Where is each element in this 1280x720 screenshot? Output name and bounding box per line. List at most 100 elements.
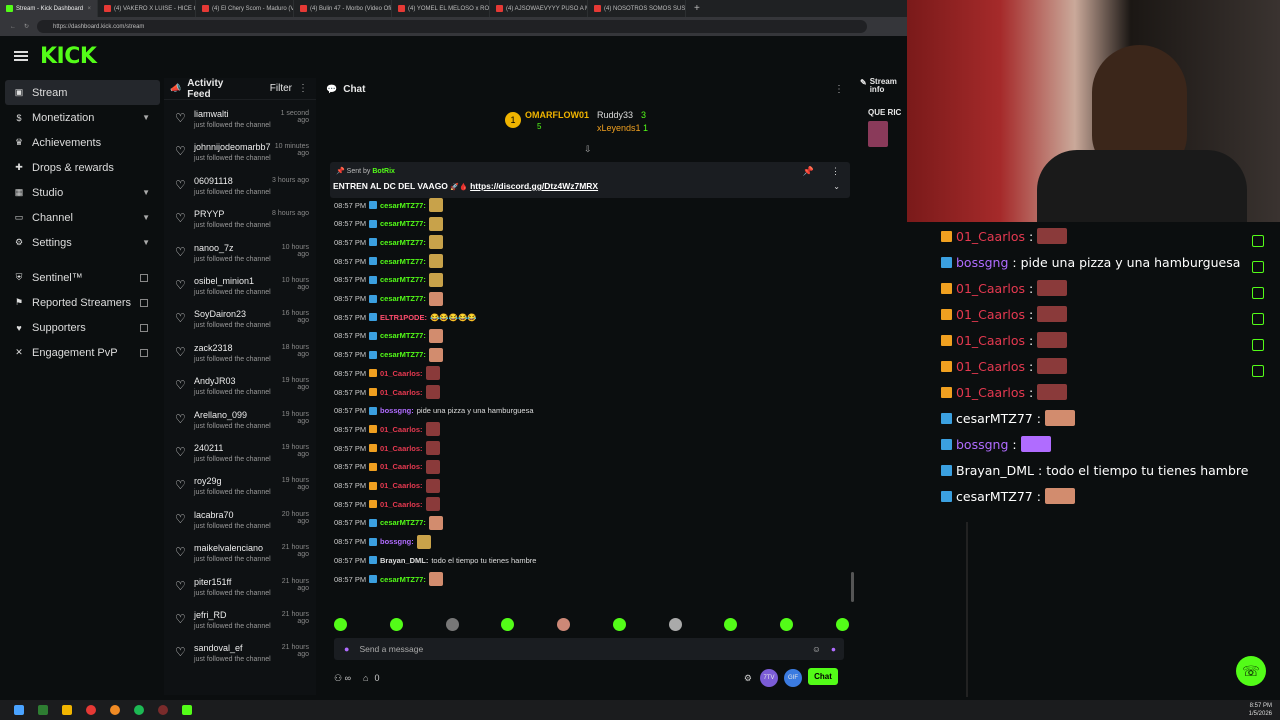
follower-name[interactable]: AndyJR03 xyxy=(194,376,236,386)
message-username[interactable]: bossgng: xyxy=(380,406,414,415)
sidebar-item-engagement-pvp[interactable]: ✕ Engagement PvP xyxy=(0,340,160,365)
obs-icon[interactable] xyxy=(158,705,168,715)
browser-tab[interactable]: (4) VAKERO X LUISE - HICE CANC× xyxy=(98,0,196,17)
browser-tab[interactable]: (4) Bulin 47 - Morbo (Video Oficia× xyxy=(294,0,392,17)
message-username[interactable]: 01_Caarlos: xyxy=(380,388,423,397)
message-username[interactable]: bossgng: xyxy=(380,537,414,546)
message-username[interactable]: cesarMTZ77: xyxy=(380,257,426,266)
quick-emote-icon[interactable] xyxy=(835,617,849,631)
sidebar-item-reported-streamers[interactable]: ⚑ Reported Streamers xyxy=(0,290,160,315)
back-icon[interactable]: ← xyxy=(10,24,16,30)
follower-name[interactable]: nanoo_7z xyxy=(194,243,234,253)
chat-settings-icon[interactable]: ⚙ xyxy=(744,673,752,684)
points-icon[interactable]: ⚇ ∞ xyxy=(334,673,351,684)
broadcast-icon[interactable] xyxy=(1252,287,1264,299)
7tv-icon[interactable]: 7TV xyxy=(760,669,778,687)
follower-name[interactable]: maikelvalenciano xyxy=(194,543,263,553)
follower-name[interactable]: sandoval_ef xyxy=(194,643,243,653)
leader-third-name[interactable]: xLeyends1 xyxy=(597,123,641,133)
quick-emote-icon[interactable] xyxy=(334,617,347,631)
follower-name[interactable]: piter151ff xyxy=(194,577,231,587)
gif-icon[interactable]: GIF xyxy=(784,669,802,687)
pin-icon[interactable]: 📌 xyxy=(803,166,814,177)
address-input[interactable]: https://dashboard.kick.com/stream xyxy=(37,20,868,33)
sidebar-item-studio[interactable]: ▦ Studio ▼ xyxy=(0,180,160,205)
kebab-menu-icon[interactable]: ⋮ xyxy=(298,83,308,94)
sidebar-item-sentinel[interactable]: ⛨ Sentinel™ xyxy=(0,265,160,290)
message-username[interactable]: 01_Caarlos: xyxy=(380,462,423,471)
message-username[interactable]: cesarMTZ77: xyxy=(380,575,426,584)
tab-close-icon[interactable]: × xyxy=(87,6,91,12)
follower-name[interactable]: lacabra70 xyxy=(194,510,234,520)
spotify-icon[interactable] xyxy=(134,705,144,715)
message-username[interactable]: cesarMTZ77: xyxy=(380,331,426,340)
message-username[interactable]: cesarMTZ77: xyxy=(380,238,426,247)
message-username[interactable]: cesarMTZ77: xyxy=(380,518,426,527)
chevron-down-icon[interactable]: ⌄ xyxy=(833,182,840,191)
leader-second-name[interactable]: Ruddy33 xyxy=(597,110,633,120)
follower-name[interactable]: osibel_minion1 xyxy=(194,276,254,286)
terminal-icon[interactable] xyxy=(38,705,48,715)
browser-tab[interactable]: (4) AJSOWAEVYYY PUSO A MIN× xyxy=(490,0,588,17)
chrome-profile-icon[interactable] xyxy=(110,705,120,715)
message-username[interactable]: ELTR1PODE: xyxy=(380,313,427,322)
leader-first-name[interactable]: OMARFLOW01 xyxy=(525,110,589,120)
emoji-picker-icon[interactable]: ☺ xyxy=(812,644,821,654)
send-chat-button[interactable]: Chat xyxy=(808,668,838,685)
inbox-icon[interactable] xyxy=(1252,313,1264,325)
message-username[interactable]: 01_Caarlos: xyxy=(380,444,423,453)
message-username[interactable]: cesarMTZ77: xyxy=(380,275,426,284)
sidebar-item-channel[interactable]: ▭ Channel ▼ xyxy=(0,205,160,230)
follower-name[interactable]: roy29g xyxy=(194,476,222,486)
chat-icon[interactable] xyxy=(1252,261,1264,273)
kick-logo[interactable]: KICK xyxy=(40,44,97,69)
file-explorer-icon[interactable] xyxy=(62,705,72,715)
sidebar-item-supporters[interactable]: ♥ Supporters xyxy=(0,315,160,340)
message-username[interactable]: cesarMTZ77: xyxy=(380,219,426,228)
store-icon[interactable]: ⌂ xyxy=(363,673,368,683)
message-username[interactable]: 01_Caarlos: xyxy=(380,369,423,378)
quick-emote-icon[interactable] xyxy=(445,617,459,631)
follower-name[interactable]: 240211 xyxy=(194,443,223,453)
browser-tab[interactable]: (4) NOSOTROS SOMOS SUS AMIG× xyxy=(588,0,686,17)
sidebar-item-settings[interactable]: ⚙ Settings ▼ xyxy=(0,230,160,255)
message-username[interactable]: 01_Caarlos: xyxy=(380,500,423,509)
support-chat-icon[interactable]: ☏ xyxy=(1236,656,1266,686)
new-tab-icon[interactable]: + xyxy=(694,3,700,14)
follower-name[interactable]: jefri_RD xyxy=(194,610,227,620)
chrome-icon[interactable] xyxy=(86,705,96,715)
follower-name[interactable]: johnnijodeomarbb7 xyxy=(194,142,271,152)
follower-name[interactable]: Arellano_099 xyxy=(194,410,247,420)
menu-icon[interactable] xyxy=(14,51,28,61)
follower-name[interactable]: zack2318 xyxy=(194,343,233,353)
message-username[interactable]: 01_Caarlos: xyxy=(380,481,423,490)
browser-tab[interactable]: (4) El Chery Scom - Maduro (Vid× xyxy=(196,0,294,17)
message-username[interactable]: Brayan_DML: xyxy=(380,556,428,565)
quick-emote-icon[interactable] xyxy=(501,617,515,631)
purple-emote-icon[interactable]: ● xyxy=(831,644,836,654)
message-username[interactable]: 01_Caarlos: xyxy=(380,425,423,434)
browser-tab[interactable]: (4) YOMEL EL MELOSO x ROCHY× xyxy=(392,0,490,17)
reload-icon[interactable]: ↻ xyxy=(24,23,29,30)
follower-name[interactable]: 06091118 xyxy=(194,176,233,186)
sidebar-item-stream[interactable]: ▣ Stream xyxy=(5,80,160,105)
quick-emote-icon[interactable] xyxy=(780,617,794,631)
sidebar-item-monetization[interactable]: $ Monetization ▼ xyxy=(0,105,160,130)
quick-emote-icon[interactable] xyxy=(557,617,571,631)
pinned-sender-name[interactable]: BotRix xyxy=(372,168,395,175)
follower-name[interactable]: liamwalti xyxy=(194,109,229,119)
wrench-icon[interactable] xyxy=(1252,339,1264,351)
chat-menu-icon[interactable]: ⋮ xyxy=(834,84,844,95)
quick-emote-icon[interactable] xyxy=(668,617,682,631)
follower-name[interactable]: SoyDairon23 xyxy=(194,309,246,319)
pinned-link[interactable]: https://discord.gg/Dtz4Wz7MRX xyxy=(470,181,598,191)
message-username[interactable]: cesarMTZ77: xyxy=(380,201,426,210)
chat-scrollbar[interactable] xyxy=(851,572,854,602)
follower-name[interactable]: PRYYP xyxy=(194,209,224,219)
kick-app-icon[interactable] xyxy=(182,705,192,715)
message-username[interactable]: cesarMTZ77: xyxy=(380,350,426,359)
mic-icon[interactable]: ● xyxy=(344,644,349,654)
stream-thumbnail[interactable] xyxy=(868,121,888,147)
puzzle-icon[interactable] xyxy=(1252,365,1264,377)
browser-tab[interactable]: Stream - Kick Dashboard × xyxy=(0,0,98,17)
